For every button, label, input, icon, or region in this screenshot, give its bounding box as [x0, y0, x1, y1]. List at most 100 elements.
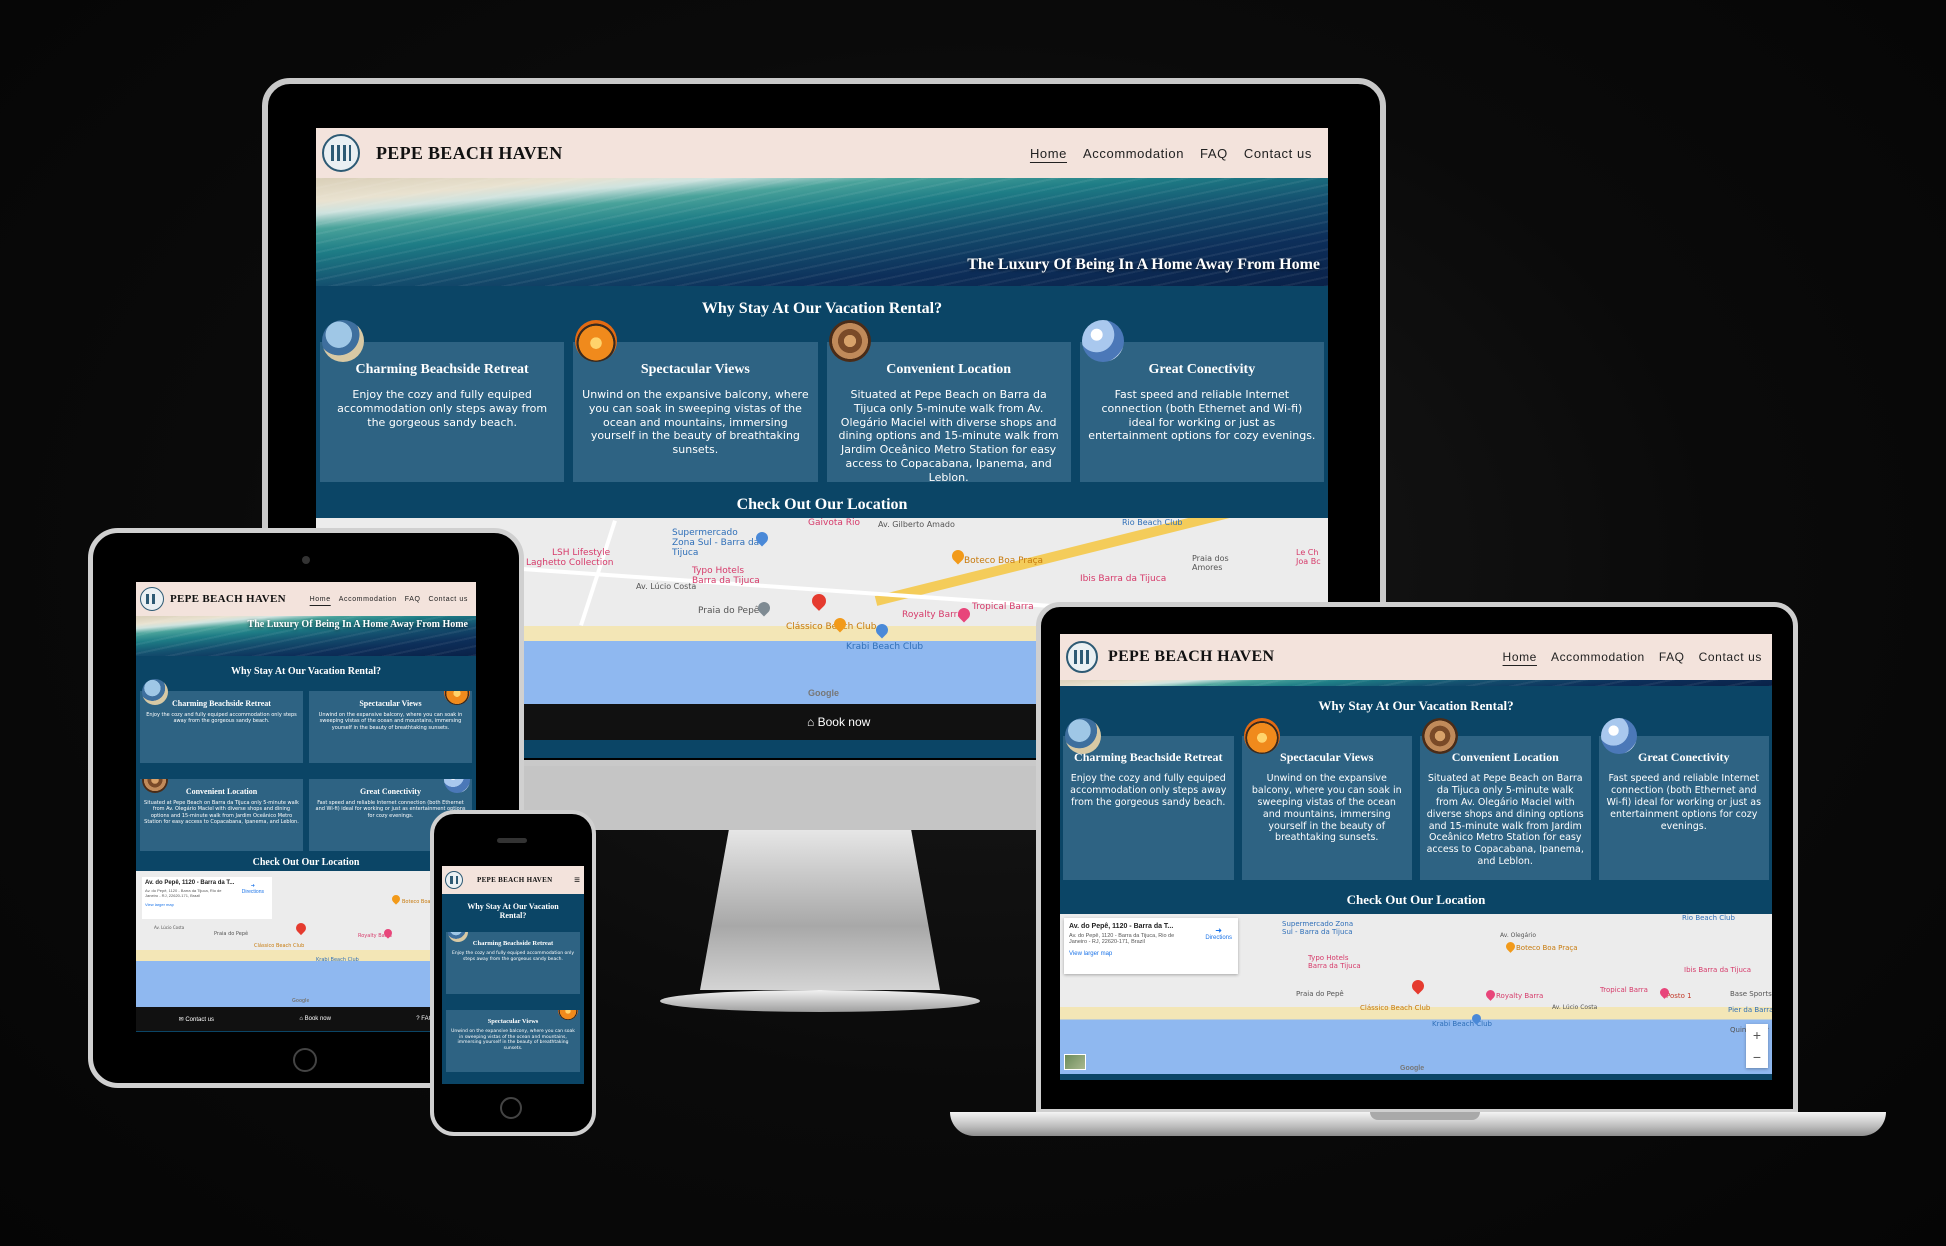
logo-icon	[1066, 641, 1098, 673]
hamburger-menu-icon[interactable]: ≡	[574, 875, 580, 886]
desktop-monitor-base	[660, 990, 980, 1012]
nav-contact-link[interactable]: Contact us	[1244, 146, 1312, 161]
map-road	[874, 518, 1324, 606]
nav-home-link[interactable]: Home	[310, 596, 331, 603]
nav-accommodation-link[interactable]: Accommodation	[1551, 650, 1645, 664]
nav-faq-link[interactable]: FAQ	[1200, 146, 1228, 161]
nav-contact-link[interactable]: Contact us	[429, 596, 468, 603]
map-place-address: Av. do Pepê, 1120 - Barra da Tijuca, Rio…	[1069, 933, 1175, 945]
nav-accommodation-link[interactable]: Accommodation	[339, 596, 397, 603]
feature-card: Great Conectivity Fast speed and reliabl…	[1598, 718, 1769, 880]
map-label: Supermercado Zona Sul - Barra da Tijuca	[672, 528, 760, 558]
map-label: Krabi Beach Club	[316, 957, 359, 963]
feature-cards: Charming Beachside Retreat Enjoy the coz…	[1060, 714, 1772, 880]
map-label: Av. Gilberto Amado	[878, 520, 955, 529]
feature-card: Great Conectivity Fast speed and reliabl…	[1079, 320, 1324, 482]
location-map[interactable]: Av. do Pepê, 1120 - Barra da T... Av. do…	[136, 871, 476, 1007]
map-pin-marker[interactable]	[809, 591, 829, 611]
feature-text: Enjoy the cozy and fully equiped accommo…	[1070, 773, 1227, 808]
feature-cards: Charming Beachside Retreat Enjoy the coz…	[136, 677, 476, 851]
device-mockup-stage: PEPE BEACH HAVEN Home Accommodation FAQ …	[0, 0, 1946, 1246]
map-label: LSH Lifestyle	[552, 548, 611, 558]
brand[interactable]: PEPE BEACH HAVEN	[140, 587, 286, 611]
map-place-card: Av. do Pepê, 1120 - Barra da T... Av. do…	[1064, 918, 1238, 974]
footer-book-label: Book now	[304, 1016, 331, 1022]
map-label: Clássico Beach Club	[1360, 1004, 1431, 1012]
feature-text: Unwind on the expansive balcony, where y…	[582, 388, 809, 456]
nav-faq-link[interactable]: FAQ	[405, 596, 421, 603]
feature-text: Unwind on the expansive balcony, where y…	[318, 712, 463, 731]
map-label: Gaivota Rio	[808, 518, 860, 528]
footer-book-link[interactable]: ⌂ Book now	[807, 715, 870, 729]
feature-text: Situated at Pepe Beach on Barra da Tijuc…	[1426, 773, 1584, 868]
phone-screen: PEPE BEACH HAVEN ≡ Why Stay At Our Vacat…	[442, 866, 584, 1084]
map-pin	[390, 893, 402, 905]
feature-text: Unwind on the expansive balcony, where y…	[1251, 773, 1402, 844]
nav-accommodation-link[interactable]: Accommodation	[1083, 146, 1184, 161]
map-label: Praia do Pepê	[698, 606, 760, 616]
brand[interactable]: PEPE BEACH HAVEN	[1066, 641, 1274, 673]
map-label: Ibis Barra da Tijuca	[1080, 574, 1167, 584]
footer-book-link[interactable]: ⌂ Book now	[299, 1016, 331, 1022]
logo-icon	[140, 587, 164, 611]
map-directions-link[interactable]: ➜ Directions	[242, 883, 264, 895]
map-directions-label: Directions	[1205, 935, 1232, 941]
feature-card: Spectacular Views Unwind on the expansiv…	[1241, 718, 1412, 880]
map-label: Av. Lúcio Costa	[1552, 1004, 1598, 1011]
feature-title: Charming Beachside Retreat	[472, 940, 554, 947]
google-logo: Google	[292, 998, 310, 1004]
map-label: Ibis Barra da Tijuca	[1684, 966, 1752, 974]
tablet-camera	[302, 556, 310, 564]
map-label: Tropical Barra	[972, 602, 1034, 612]
feature-title: Great Conectivity	[1148, 362, 1256, 377]
feature-title: Great Conectivity	[360, 787, 421, 796]
map-directions-link[interactable]: ➜ Directions	[1205, 926, 1232, 941]
feature-text: Fast speed and reliable Internet connect…	[1606, 773, 1762, 832]
map-view-larger-link[interactable]: View larger map	[1069, 951, 1233, 957]
zoom-out-button[interactable]: −	[1753, 1049, 1761, 1065]
map-label: Clássico Beach Club	[254, 943, 305, 949]
zoom-in-button[interactable]: +	[1753, 1027, 1761, 1043]
map-label: Typo Hotels Barra da Tijuca	[1308, 954, 1361, 970]
google-logo: Google	[808, 688, 839, 698]
globe-photo-icon	[1600, 718, 1637, 754]
laptop-notch	[1370, 1112, 1480, 1120]
nav-faq-link[interactable]: FAQ	[1659, 650, 1685, 664]
nav-contact-link[interactable]: Contact us	[1699, 650, 1762, 664]
map-view-larger-link[interactable]: View larger map	[145, 902, 269, 907]
location-map[interactable]: Av. do Pepê, 1120 - Barra da T... Av. do…	[1060, 914, 1772, 1074]
map-label: Av. Lúcio Costa	[154, 925, 185, 930]
brand[interactable]: PEPE BEACH HAVEN	[445, 871, 552, 889]
map-satellite-toggle[interactable]	[1064, 1054, 1086, 1070]
footer-contact-label: Contact us	[185, 1016, 215, 1023]
map-label: Boteco Boa Praça	[964, 556, 1044, 566]
site-header: PEPE BEACH HAVEN Home Accommodation FAQ …	[316, 128, 1328, 178]
map-zoom-controls: + −	[1746, 1024, 1768, 1068]
map-label: Av. Lúcio Costa	[636, 582, 697, 591]
footer-contact-link[interactable]: ✉ Contact us	[179, 1016, 214, 1023]
site-header: PEPE BEACH HAVEN ≡	[442, 866, 584, 894]
logo-icon	[445, 871, 463, 889]
map-pin-marker[interactable]	[293, 920, 309, 936]
map-label: Rio Beach Club	[1122, 518, 1183, 527]
map-label: Tropical Barra	[1600, 986, 1648, 994]
logo-icon	[322, 134, 360, 172]
map-label: Rio Beach Club	[1682, 914, 1735, 922]
nav-home-link[interactable]: Home	[1030, 146, 1067, 161]
beach-photo-icon	[1065, 718, 1101, 754]
map-label: Praia dos Amores	[1192, 554, 1229, 572]
feature-card: Charming Beachside Retreat Enjoy the coz…	[320, 320, 565, 482]
feature-title: Charming Beachside Retreat	[355, 362, 529, 377]
brand-name: PEPE BEACH HAVEN	[376, 142, 563, 163]
feature-text: Unwind on the expansive balcony, where y…	[451, 1029, 575, 1051]
feature-text: Enjoy the cozy and fully equiped accommo…	[451, 951, 575, 962]
laptop-screen: PEPE BEACH HAVEN Home Accommodation FAQ …	[1060, 634, 1772, 1080]
feature-title: Spectacular Views	[487, 1018, 539, 1025]
restaurant-photo-icon	[1422, 718, 1458, 754]
map-pin-marker[interactable]	[1409, 977, 1427, 995]
home-icon: ⌂	[807, 715, 818, 729]
brand[interactable]: PEPE BEACH HAVEN	[322, 134, 563, 172]
map-place-card: Av. do Pepê, 1120 - Barra da T... Av. do…	[142, 877, 272, 919]
main-nav: Home Accommodation FAQ Contact us	[1030, 146, 1312, 161]
nav-home-link[interactable]: Home	[1503, 650, 1537, 664]
